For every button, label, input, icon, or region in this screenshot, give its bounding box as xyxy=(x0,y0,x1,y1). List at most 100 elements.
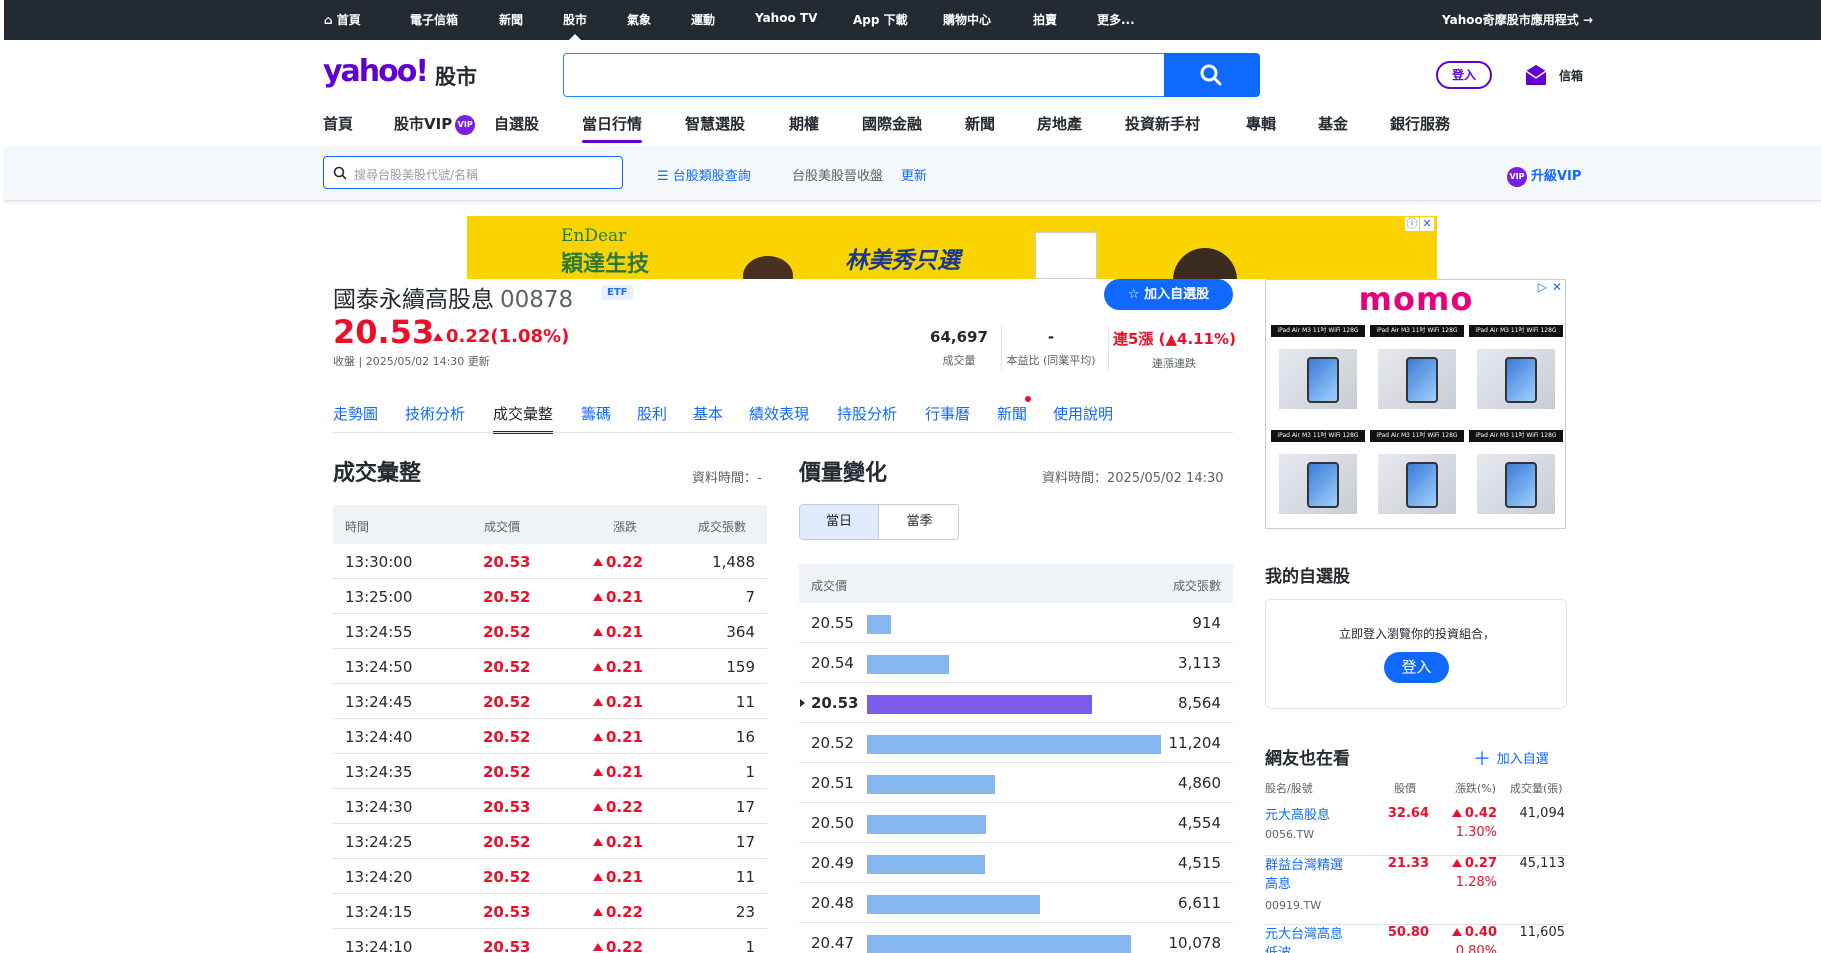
ad-close-icon[interactable]: ✕ xyxy=(1552,280,1562,294)
stock-link[interactable]: 元大台灣高息低波 xyxy=(1265,925,1355,953)
ad-product-cell[interactable]: iPad Air M3 11吋 WiFi 128G xyxy=(1469,325,1563,415)
list-item[interactable]: 元大高股息 0056.TW 32.64 0.42 1.30% 41,094 xyxy=(1265,806,1567,856)
nav-screener[interactable]: 智慧選股 xyxy=(685,113,745,134)
search-icon xyxy=(333,166,347,180)
nav-banking[interactable]: 銀行服務 xyxy=(1390,113,1450,134)
ad-product-image xyxy=(1035,232,1097,279)
topnav-shopping[interactable]: 購物中心 xyxy=(943,11,991,28)
table-row: 13:24:40 20.52 0.21 16 xyxy=(333,719,767,754)
main-search-input[interactable] xyxy=(563,53,1165,97)
mail-label[interactable]: 信箱 xyxy=(1559,67,1583,84)
tab-chart[interactable]: 走勢圖 xyxy=(333,403,378,424)
watchlist-title: 我的自選股 xyxy=(1265,567,1350,587)
nav-funds[interactable]: 基金 xyxy=(1318,113,1348,134)
mail-icon[interactable] xyxy=(1523,62,1549,88)
login-button[interactable]: 登入 xyxy=(1436,61,1492,89)
nav-realestate[interactable]: 房地產 xyxy=(1037,113,1082,134)
nav-news[interactable]: 新聞 xyxy=(965,113,995,134)
tab-calendar[interactable]: 行事曆 xyxy=(925,403,970,424)
nav-vip[interactable]: 股市VIP VIP xyxy=(394,113,476,135)
topnav-news[interactable]: 新聞 xyxy=(499,11,523,28)
topnav-app[interactable]: App 下載 xyxy=(853,11,908,28)
ad-product-cell[interactable]: iPad Air M3 11吋 WiFi 128G xyxy=(1271,430,1365,520)
tab-basic[interactable]: 基本 xyxy=(693,403,723,424)
topnav-stock[interactable]: 股市 xyxy=(563,11,587,40)
etf-badge: ETF xyxy=(601,285,634,300)
nav-options[interactable]: 期權 xyxy=(789,113,819,134)
table-row: 13:24:50 20.52 0.21 159 xyxy=(333,649,767,684)
ad-info-icon[interactable]: ⓘ xyxy=(1405,217,1419,231)
tab-dividend[interactable]: 股利 xyxy=(637,403,667,424)
nav-watchlist[interactable]: 自選股 xyxy=(494,113,539,134)
trade-volume: 11 xyxy=(735,868,755,886)
topnav-home-label: 首頁 xyxy=(336,13,361,27)
stock-title: 國泰永續高股息 00878 xyxy=(333,280,573,314)
update-link[interactable]: 更新 xyxy=(901,165,927,184)
ad-product-label: iPad Air M3 11吋 WiFi 128G xyxy=(1469,325,1563,337)
ad-product-cell[interactable]: iPad Air M3 11吋 WiFi 128G xyxy=(1469,430,1563,520)
segment-quarter[interactable]: 當季 xyxy=(880,505,958,539)
trade-time: 13:24:15 xyxy=(345,903,413,921)
trade-change-value: 0.22 xyxy=(606,798,644,816)
category-link[interactable]: ☰ 台股類股查詢 xyxy=(657,165,751,184)
trade-change: 0.21 xyxy=(593,623,643,641)
ad-info-icon[interactable]: ▷ xyxy=(1538,280,1547,294)
watchlist-login-button[interactable]: 登入 xyxy=(1384,652,1449,683)
stock-link[interactable]: 元大高股息 xyxy=(1265,806,1355,825)
list-item[interactable]: 元大台灣高息低波 50.80 0.40 0.80% 11,605 xyxy=(1265,925,1567,953)
ad-brand: EnDear xyxy=(561,226,627,246)
side-ad[interactable]: momo ▷ ✕ iPad Air M3 11吋 WiFi 128G iPad … xyxy=(1265,279,1566,529)
search-button[interactable] xyxy=(1164,53,1260,97)
trade-change: 0.21 xyxy=(593,833,643,851)
stat-volume: 64,697 成交量 xyxy=(930,328,988,368)
banner-ad[interactable]: EnDear 穎達生技 林美秀只選 xyxy=(467,216,1437,279)
topnav-tv[interactable]: Yahoo TV xyxy=(755,11,817,25)
topnav-auction[interactable]: 拍賣 xyxy=(1033,11,1057,28)
topnav-more[interactable]: 更多... xyxy=(1097,11,1135,28)
tab-performance[interactable]: 績效表現 xyxy=(749,403,809,424)
tab-trades[interactable]: 成交彙整 xyxy=(493,403,554,434)
add-watchlist-button[interactable]: ☆ 加入自選股 xyxy=(1104,279,1233,310)
volume-bar xyxy=(867,655,949,674)
list-item[interactable]: 群益台灣精選高息 00919.TW 21.33 0.27 1.28% 45,113 xyxy=(1265,856,1567,925)
up-triangle-icon xyxy=(593,698,603,706)
tab-chips[interactable]: 籌碼 xyxy=(581,403,611,424)
yahoo-logo[interactable]: yahoo! 股市 xyxy=(323,54,483,94)
also-add-link[interactable]: ＋ 加入自選 xyxy=(1473,745,1549,771)
upgrade-vip-link[interactable]: VIP 升級VIP xyxy=(1507,165,1581,187)
trade-time: 13:24:30 xyxy=(345,798,413,816)
tab-technical[interactable]: 技術分析 xyxy=(405,403,465,424)
trade-time: 13:24:55 xyxy=(345,623,413,641)
nav-home[interactable]: 首頁 xyxy=(323,113,353,134)
nav-intl[interactable]: 國際金融 xyxy=(862,113,922,134)
tab-holdings[interactable]: 持股分析 xyxy=(837,403,897,424)
change-percent: (1.08%) xyxy=(490,326,570,347)
stock-link[interactable]: 群益台灣精選高息 xyxy=(1265,856,1355,894)
topnav-mail[interactable]: 電子信箱 xyxy=(410,11,458,28)
stock-name: 國泰永續高股息 xyxy=(333,287,494,313)
nav-newbie[interactable]: 投資新手村 xyxy=(1125,113,1200,134)
stock-search-input[interactable]: 搜尋台股美股代號/名稱 xyxy=(323,156,623,189)
ad-person-image xyxy=(1173,248,1237,279)
tab-help[interactable]: 使用說明 xyxy=(1053,403,1113,424)
trade-volume: 17 xyxy=(735,833,755,851)
segment-today[interactable]: 當日 xyxy=(800,505,879,539)
ad-product-cell[interactable]: iPad Air M3 11吋 WiFi 128G xyxy=(1271,325,1365,415)
topnav-home[interactable]: ⌂ 首頁 xyxy=(324,11,361,28)
topnav-sports[interactable]: 運動 xyxy=(691,11,715,28)
volume-count: 4,515 xyxy=(1178,854,1221,872)
ad-close-icon[interactable]: ✕ xyxy=(1420,217,1434,231)
up-triangle-icon xyxy=(593,593,603,601)
trade-price: 20.53 xyxy=(483,938,531,953)
tab-news[interactable]: 新聞 xyxy=(997,403,1027,424)
trade-change: 0.21 xyxy=(593,868,643,886)
trade-change: 0.21 xyxy=(593,763,643,781)
ad-product-cell[interactable]: iPad Air M3 11吋 WiFi 128G xyxy=(1370,430,1464,520)
ipad-image xyxy=(1279,454,1357,514)
trade-time: 13:24:35 xyxy=(345,763,413,781)
nav-today[interactable]: 當日行情 xyxy=(582,113,643,143)
ad-product-cell[interactable]: iPad Air M3 11吋 WiFi 128G xyxy=(1370,325,1464,415)
nav-features[interactable]: 專輯 xyxy=(1246,113,1276,134)
topnav-weather[interactable]: 氣象 xyxy=(627,11,651,28)
stock-app-link[interactable]: Yahoo奇摩股市應用程式 → xyxy=(1442,11,1593,28)
